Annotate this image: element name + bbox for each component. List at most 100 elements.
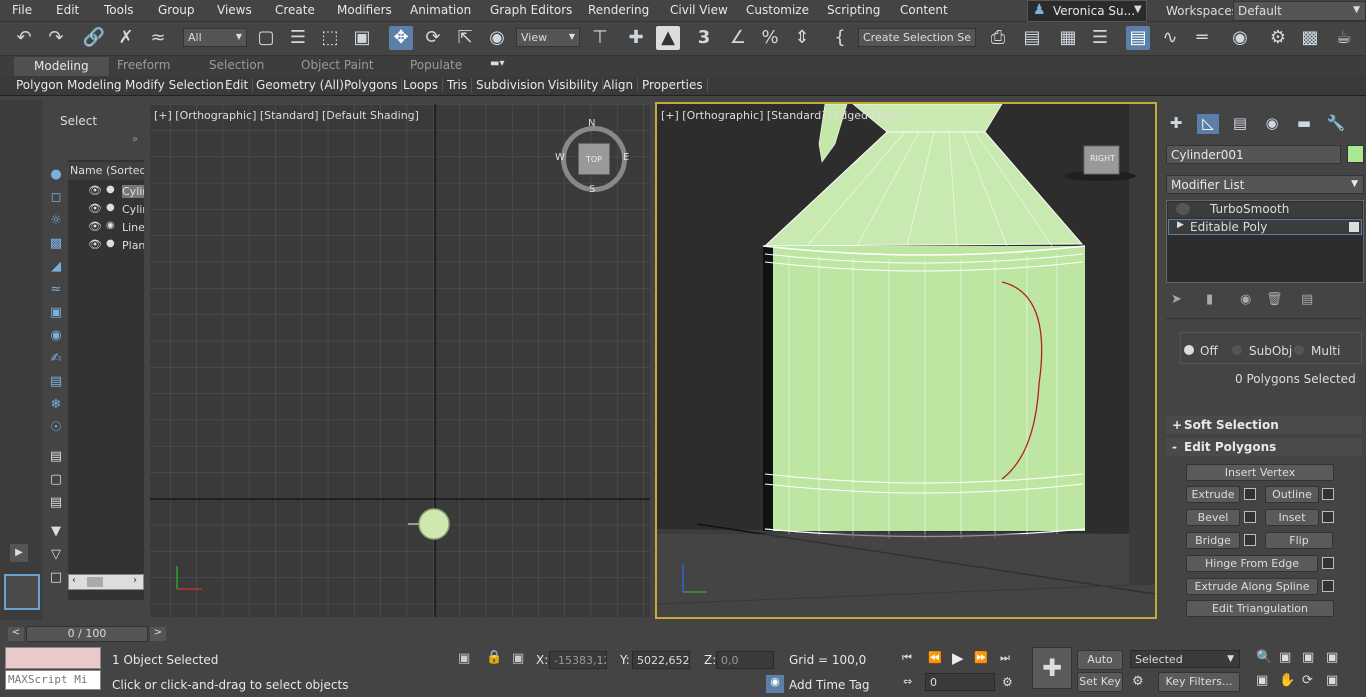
find-filter-icon[interactable]: ▼ bbox=[46, 523, 66, 541]
freeze-icon[interactable]: ◉ bbox=[106, 220, 115, 231]
bevel-button[interactable]: Bevel bbox=[1186, 509, 1240, 526]
eye-icon[interactable]: 👁 bbox=[88, 238, 102, 251]
select-object-icon[interactable]: ▢ bbox=[254, 26, 278, 50]
snaps-toggle-icon[interactable]: 3 bbox=[692, 26, 716, 50]
viewcube-right[interactable]: RIGHT bbox=[1085, 154, 1120, 163]
key-filter-icon[interactable]: ⚙ bbox=[1132, 674, 1144, 689]
display-frozen-icon[interactable]: ❄ bbox=[46, 396, 66, 414]
modifier-stack-item[interactable]: ▶ Editable Poly bbox=[1168, 219, 1362, 235]
bridge-settings-icon[interactable] bbox=[1244, 534, 1256, 546]
time-configuration-icon[interactable]: ⚙ bbox=[1002, 675, 1013, 689]
selection-filter-dropdown[interactable]: All ▼ bbox=[183, 28, 247, 47]
time-tag-icon[interactable]: ◉ bbox=[766, 675, 784, 693]
z-coordinate-field[interactable]: 0,0 bbox=[716, 651, 774, 669]
modifier-list-dropdown[interactable]: Modifier List ▼ bbox=[1166, 175, 1364, 194]
orbit-icon[interactable]: ⟳ bbox=[1302, 673, 1313, 688]
display-bones-icon[interactable]: ✍ bbox=[46, 350, 66, 368]
configure-modifier-sets-icon[interactable]: ▤ bbox=[1301, 292, 1313, 307]
scene-explorer-icon[interactable]: ▦ bbox=[1056, 26, 1080, 50]
previous-key-icon[interactable]: ⏪ bbox=[928, 651, 942, 664]
y-coordinate-field[interactable]: 5022,652 bbox=[632, 651, 690, 669]
display-shapes-icon[interactable]: ◻ bbox=[46, 189, 66, 207]
prev-frame-icon[interactable]: < bbox=[8, 627, 24, 641]
inset-settings-icon[interactable] bbox=[1322, 511, 1334, 523]
edit-named-selection-icon[interactable]: { bbox=[828, 26, 852, 50]
display-lights-icon[interactable]: ☼ bbox=[46, 212, 66, 230]
play-animation-icon[interactable]: ▶ bbox=[952, 649, 964, 667]
named-selection-sets-dropdown[interactable]: Create Selection Se bbox=[858, 28, 976, 47]
go-to-end-icon[interactable]: ⏭ bbox=[1000, 651, 1010, 665]
freeze-icon[interactable]: ● bbox=[106, 202, 115, 213]
set-key-button[interactable]: Set Key bbox=[1077, 672, 1123, 692]
align-icon[interactable]: ▤ bbox=[1020, 26, 1044, 50]
subdivision-button[interactable]: Subdivision bbox=[476, 78, 550, 92]
key-filters-button[interactable]: Key Filters... bbox=[1158, 672, 1240, 692]
menu-edit[interactable]: Edit bbox=[56, 3, 79, 17]
scene-row[interactable]: 👁 ◉ Line001 bbox=[70, 219, 144, 237]
modifier-stack-item[interactable]: TurboSmooth bbox=[1168, 202, 1362, 218]
align-button[interactable]: Align bbox=[603, 78, 639, 92]
modify-tab-icon[interactable]: ◺ bbox=[1197, 114, 1219, 134]
explorer-select-label[interactable]: Select bbox=[60, 114, 97, 128]
outline-settings-icon[interactable] bbox=[1322, 488, 1334, 500]
mirror-icon[interactable]: ⎙ bbox=[986, 26, 1010, 50]
menu-rendering[interactable]: Rendering bbox=[588, 3, 649, 17]
display-invert-icon[interactable]: ▤ bbox=[46, 494, 66, 512]
object-color-swatch[interactable] bbox=[1347, 145, 1364, 163]
schematic-view-icon[interactable]: ═ bbox=[1190, 26, 1214, 50]
menu-content[interactable]: Content bbox=[900, 3, 948, 17]
pivot-center-icon[interactable]: ⊤ bbox=[588, 26, 612, 50]
material-editor-icon[interactable]: ◉ bbox=[1228, 26, 1252, 50]
preview-off-radio[interactable] bbox=[1184, 345, 1194, 355]
spinner-snap-icon[interactable]: ⇕ bbox=[790, 26, 814, 50]
x-coordinate-field[interactable]: -15383,12 bbox=[549, 651, 607, 669]
zoom-icon[interactable]: 🔍 bbox=[1256, 650, 1272, 665]
layer-explorer-icon[interactable]: ☰ bbox=[1088, 26, 1112, 50]
inset-button[interactable]: Inset bbox=[1265, 509, 1319, 526]
explorer-hscrollbar[interactable]: ‹ › bbox=[68, 574, 144, 590]
menu-create[interactable]: Create bbox=[275, 3, 315, 17]
menu-civil-view[interactable]: Civil View bbox=[670, 3, 728, 17]
display-all-icon[interactable]: ▤ bbox=[46, 448, 66, 466]
play-icon[interactable]: ▶ bbox=[10, 544, 28, 562]
workspace-select[interactable]: Default ▼ bbox=[1233, 1, 1366, 21]
viewcube-top[interactable]: TOP bbox=[578, 143, 610, 175]
redo-icon[interactable]: ↷ bbox=[44, 26, 68, 50]
preview-subobj-radio[interactable] bbox=[1232, 345, 1242, 355]
display-hidden-icon[interactable]: ☉ bbox=[46, 419, 66, 437]
tris-button[interactable]: Tris bbox=[447, 78, 473, 92]
next-frame-icon[interactable]: > bbox=[150, 627, 166, 641]
flip-button[interactable]: Flip bbox=[1265, 532, 1333, 549]
polygons-button[interactable]: Polygons bbox=[344, 78, 403, 92]
viewport-layout-icon[interactable] bbox=[4, 574, 40, 610]
edit-triangulation-button[interactable]: Edit Triangulation bbox=[1186, 600, 1334, 617]
edit-button[interactable]: Edit bbox=[225, 78, 254, 92]
key-mode-dropdown[interactable]: Selected ▼ bbox=[1130, 650, 1240, 668]
maxscript-input[interactable]: MAXScript Mi bbox=[5, 670, 101, 690]
rotate-icon[interactable]: ⟳ bbox=[421, 26, 445, 50]
modifier-checkbox[interactable] bbox=[1349, 222, 1359, 232]
menu-views[interactable]: Views bbox=[217, 3, 252, 17]
select-manipulate-icon[interactable]: ✚ bbox=[624, 26, 648, 50]
viewport-top[interactable]: [+] [Orthographic] [Standard] [Default S… bbox=[150, 104, 650, 617]
tab-object-paint[interactable]: Object Paint bbox=[301, 58, 374, 72]
zoom-extents-icon[interactable]: ▣ bbox=[1302, 650, 1314, 665]
zoom-extents-all-icon[interactable]: ▣ bbox=[1326, 650, 1338, 665]
layer-icon[interactable]: □ bbox=[46, 569, 66, 587]
insert-vertex-button[interactable]: Insert Vertex bbox=[1186, 464, 1334, 481]
absolute-mode-icon[interactable]: ▣ bbox=[512, 651, 524, 666]
tab-selection[interactable]: Selection bbox=[209, 58, 264, 72]
display-cameras-icon[interactable]: ▩ bbox=[46, 235, 66, 253]
freeze-icon[interactable]: ● bbox=[106, 238, 115, 249]
edit-polygons-rollout[interactable]: - Edit Polygons bbox=[1166, 438, 1362, 456]
next-key-icon[interactable]: ⏩ bbox=[974, 651, 988, 664]
placement-icon[interactable]: ◉ bbox=[485, 26, 509, 50]
preview-multi-radio[interactable] bbox=[1294, 345, 1304, 355]
motion-tab-icon[interactable]: ◉ bbox=[1261, 114, 1283, 134]
rectangular-selection-icon[interactable]: ⬚ bbox=[318, 26, 342, 50]
link-icon[interactable]: 🔗 bbox=[82, 26, 106, 50]
filter-icon[interactable]: ▽ bbox=[46, 546, 66, 564]
time-slider[interactable]: 0 / 100 bbox=[26, 626, 148, 642]
make-unique-icon[interactable]: ◉ bbox=[1240, 292, 1251, 307]
visibility-button[interactable]: Visibility bbox=[548, 78, 604, 92]
